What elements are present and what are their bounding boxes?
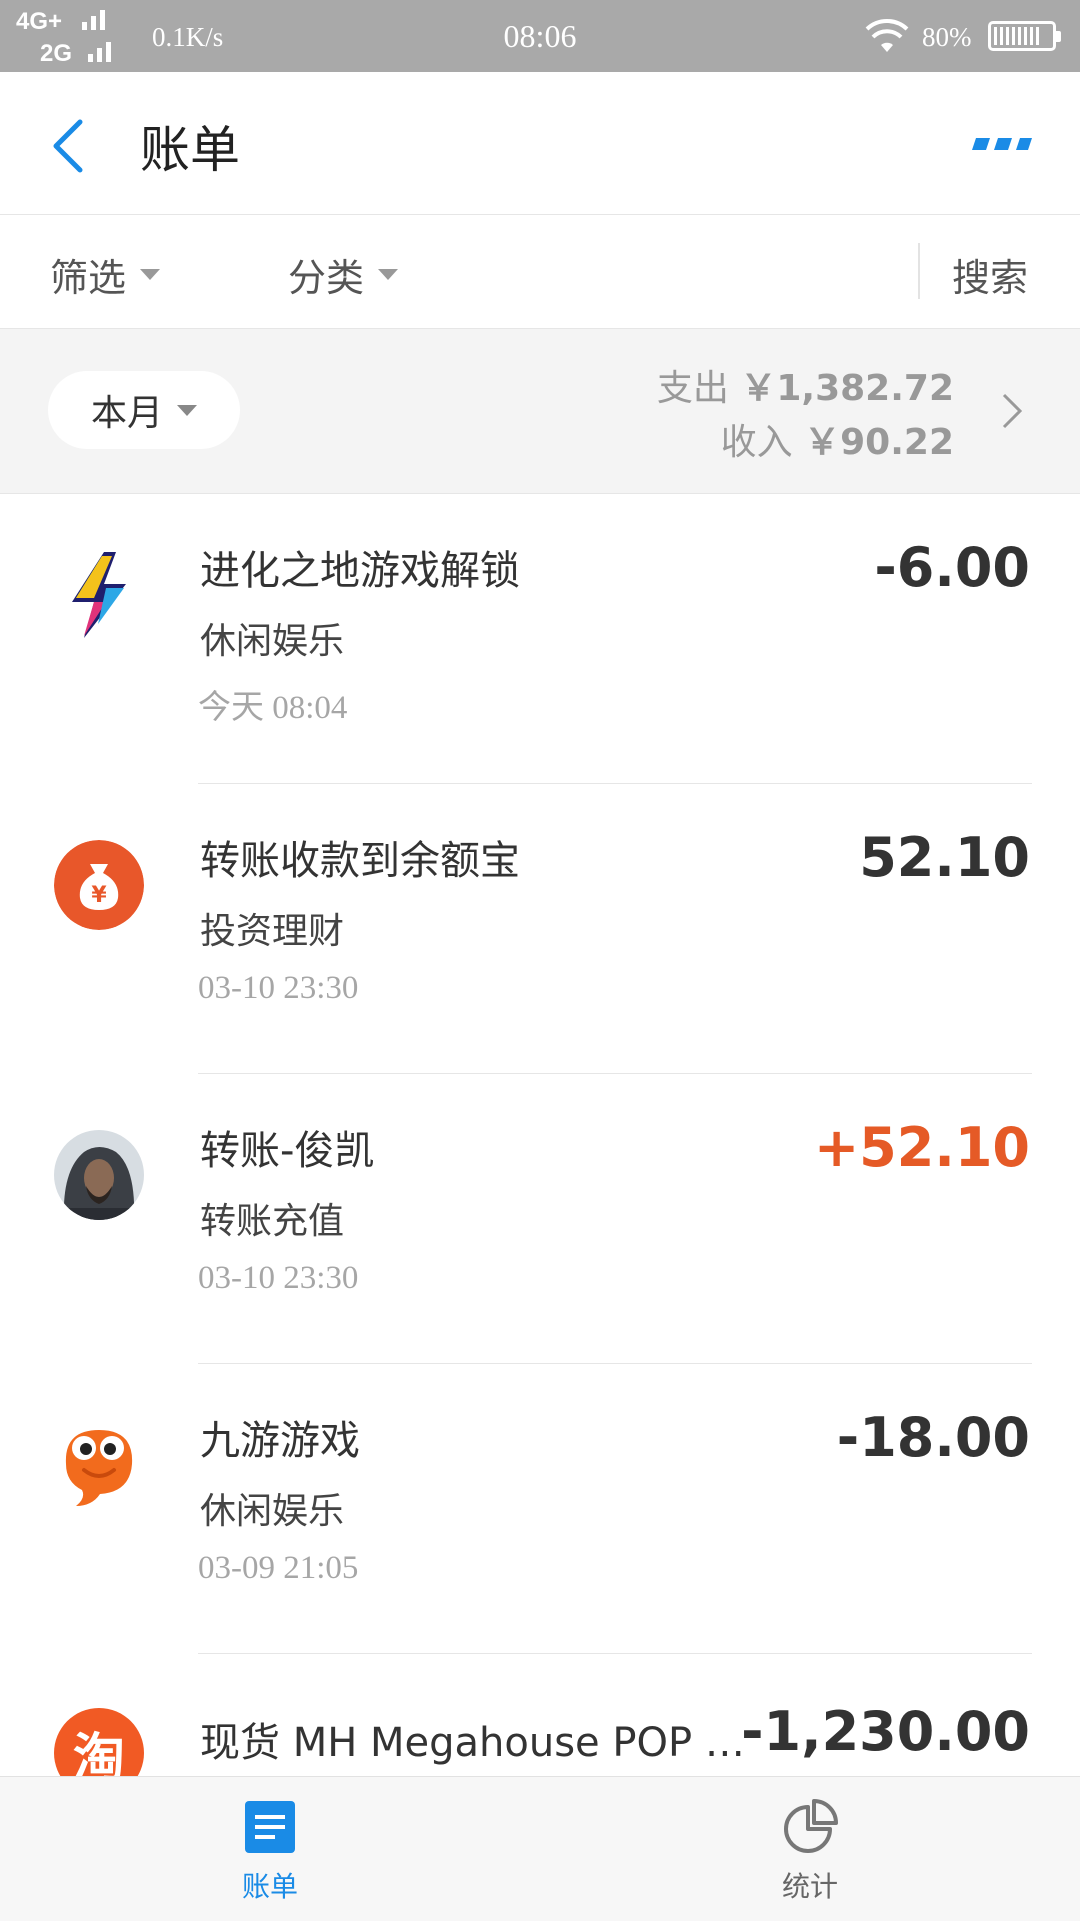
caret-down-icon: [140, 269, 161, 280]
divider: [918, 243, 920, 299]
back-arrow-icon[interactable]: [46, 116, 96, 176]
battery-icon: [988, 21, 1061, 51]
income-amount: ￥90.22: [804, 422, 954, 463]
user-avatar: [54, 1130, 144, 1220]
transaction-category: 休闲娱乐: [200, 621, 345, 662]
caret-down-icon: [177, 404, 197, 416]
transaction-title: 九游游戏: [200, 1418, 360, 1464]
transaction-category: 休闲娱乐: [200, 1491, 345, 1532]
transaction-time: 03-10 23:30: [198, 1260, 359, 1296]
tab-bills[interactable]: 账单: [200, 1799, 340, 1905]
month-selector[interactable]: 本月: [48, 371, 240, 449]
list-item[interactable]: 进化之地游戏解锁 休闲娱乐 今天 08:04 -6.00: [0, 494, 1080, 784]
transaction-title: 现货 MH Megahouse POP …: [200, 1720, 745, 1766]
month-label: 本月: [90, 393, 163, 434]
tab-statistics-label: 统计: [781, 1870, 838, 1903]
list-item[interactable]: 九游游戏 休闲娱乐 03-09 21:05 -18.00: [0, 1364, 1080, 1654]
transaction-time: 03-09 21:05: [198, 1550, 359, 1586]
transaction-amount: 52.10: [859, 826, 1030, 889]
transaction-amount: -6.00: [874, 536, 1030, 599]
transaction-title: 转账-俊凯: [200, 1128, 375, 1174]
jiuyou-icon: [65, 1430, 133, 1506]
bill-list-icon: [245, 1801, 295, 1853]
taobao-icon: 淘: [54, 1708, 144, 1776]
transaction-amount: +52.10: [813, 1116, 1030, 1179]
status-bar: 4G+ 2G 0.1K/s 08:06 80%: [0, 0, 1080, 72]
search-button[interactable]: 搜索: [952, 247, 1028, 302]
income-summary: 收入 ￥90.22: [721, 413, 954, 465]
category-dropdown[interactable]: 分类: [288, 247, 399, 302]
expense-label: 支出: [656, 368, 729, 409]
list-item[interactable]: 淘 现货 MH Megahouse POP … -1,230.00: [0, 1654, 1080, 1776]
filter-bar: 筛选 分类 搜索: [0, 215, 1080, 329]
tab-bills-label: 账单: [241, 1870, 298, 1903]
clock: 08:06: [503, 18, 577, 54]
expense-summary: 支出 ￥1,382.72: [657, 359, 954, 411]
page-title: 账单: [140, 121, 240, 179]
bottom-nav: 账单 统计: [0, 1776, 1080, 1921]
expense-amount: ￥1,382.72: [740, 368, 954, 409]
tab-statistics[interactable]: 统计: [740, 1799, 880, 1905]
svg-text:¥: ¥: [91, 883, 107, 908]
lightning-icon: [72, 552, 126, 638]
category-label: 分类: [288, 256, 365, 300]
list-item[interactable]: ¥ 转账收款到余额宝 投资理财 03-10 23:30 52.10: [0, 784, 1080, 1074]
wifi-icon: [865, 19, 909, 52]
transaction-time: 03-10 23:30: [198, 970, 359, 1006]
transaction-title: 转账收款到余额宝: [200, 838, 520, 884]
income-label: 收入: [720, 422, 793, 463]
transaction-amount: -1,230.00: [741, 1700, 1030, 1763]
caret-down-icon: [378, 269, 399, 280]
filter-label: 筛选: [50, 256, 127, 300]
transaction-amount: -18.00: [836, 1406, 1030, 1469]
monthly-summary[interactable]: 本月 支出 ￥1,382.72 收入 ￥90.22: [0, 329, 1080, 494]
transaction-time: 今天 08:04: [198, 690, 348, 726]
transaction-category: 转账充值: [200, 1201, 345, 1242]
transaction-title: 进化之地游戏解锁: [200, 548, 520, 594]
list-item[interactable]: 转账-俊凯 转账充值 03-10 23:30 +52.10: [0, 1074, 1080, 1364]
more-options-icon[interactable]: [968, 132, 1032, 156]
taobao-icon-text: 淘: [72, 1728, 125, 1777]
battery-percent: 80%: [922, 22, 972, 52]
transaction-category: 投资理财: [200, 911, 345, 952]
money-bag-icon: ¥: [54, 840, 144, 930]
chevron-right-icon[interactable]: [1000, 391, 1024, 431]
filter-dropdown[interactable]: 筛选: [50, 247, 161, 302]
pie-chart-icon: [784, 1799, 838, 1853]
app-bar: 账单: [0, 72, 1080, 215]
